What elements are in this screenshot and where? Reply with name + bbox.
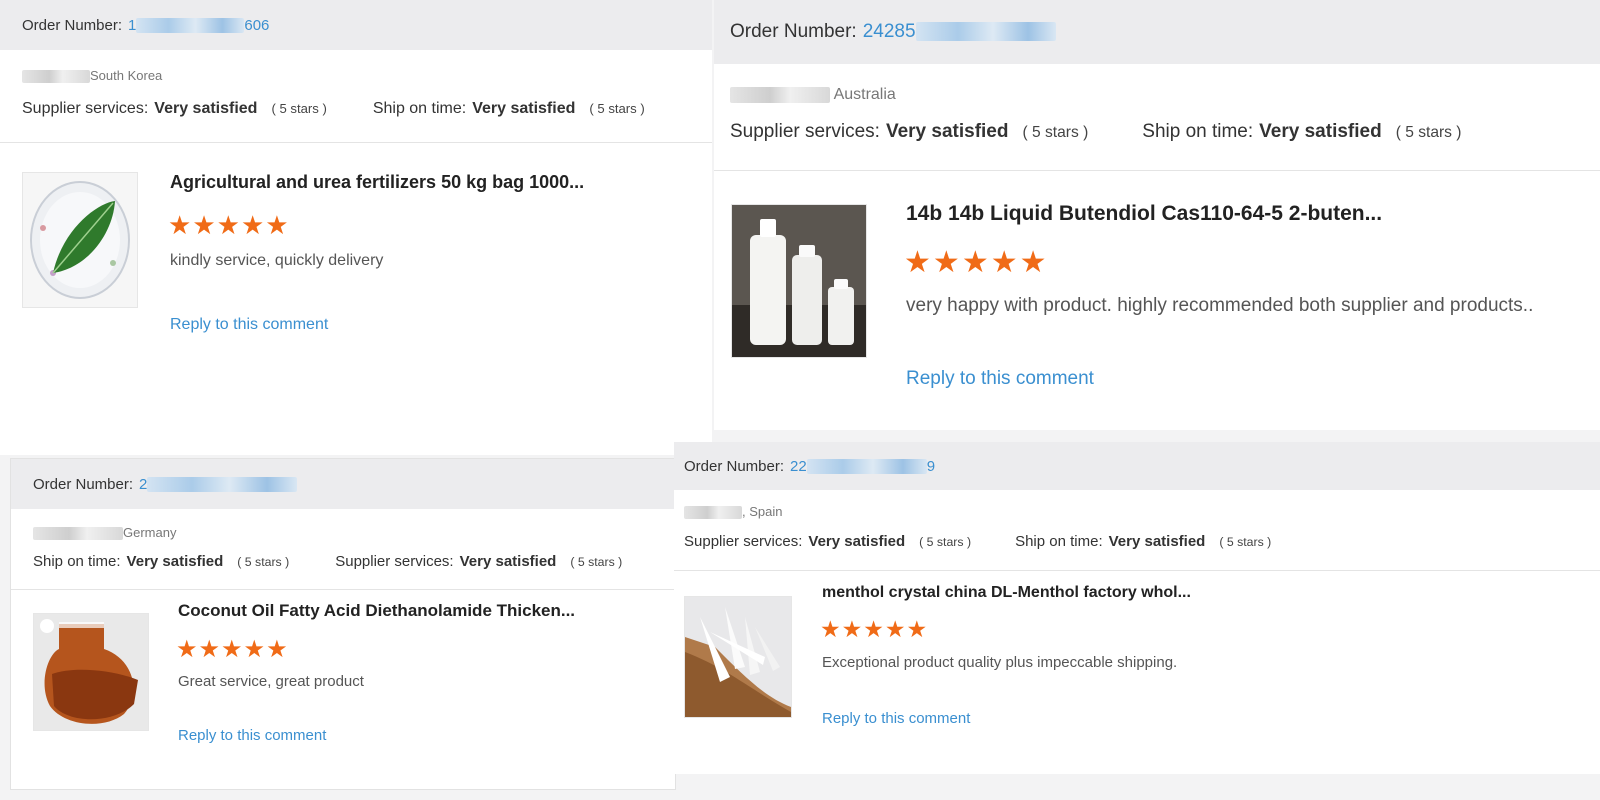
review-comment: Exceptional product quality plus impecca… (822, 654, 1178, 671)
buyer-location: South Korea (22, 68, 162, 84)
order-number-link[interactable]: 1 606 (128, 17, 269, 34)
star-icon: ★ (841, 616, 863, 642)
product-title[interactable]: menthol crystal china DL-Menthol factory… (822, 584, 1191, 602)
rating-ship-on-time: Ship on time: Very satisfied( 5 stars ) (1015, 533, 1272, 550)
star-rating: ★ ★ ★ ★ ★ (168, 210, 289, 241)
reply-link[interactable]: Reply to this comment (178, 727, 326, 744)
rating-ship-on-time: Ship on time: Very satisfied( 5 stars ) (1142, 121, 1462, 142)
product-thumbnail[interactable] (731, 204, 867, 358)
order-number-label: Order Number: (730, 21, 857, 42)
product-title[interactable]: Agricultural and urea fertilizers 50 kg … (170, 172, 584, 193)
star-icon: ★ (221, 636, 243, 663)
review-card-1: Order Number: 1 606 South Korea Supplier … (0, 0, 712, 455)
star-icon: ★ (906, 616, 928, 642)
product-thumbnail[interactable] (684, 596, 792, 718)
reply-link[interactable]: Reply to this comment (822, 710, 970, 727)
star-icon: ★ (884, 616, 906, 642)
review-comment: kindly service, quickly delivery (170, 252, 384, 269)
review-card-4: Order Number: 22 9 , Spain Supplier servi… (674, 442, 1600, 774)
divider (714, 170, 1600, 171)
star-icon: ★ (265, 210, 289, 240)
star-icon: ★ (243, 636, 266, 663)
star-icon: ★ (1019, 246, 1047, 279)
product-thumbnail[interactable] (22, 172, 138, 308)
star-icon: ★ (904, 246, 931, 279)
star-icon: ★ (990, 246, 1018, 279)
order-number-link[interactable]: 2 (139, 476, 298, 493)
rating-supplier-services: Supplier services: Very satisfied( 5 star… (22, 100, 327, 117)
rating-supplier-services: Supplier services: Very satisfied( 5 star… (684, 533, 972, 550)
star-icon: ★ (168, 210, 192, 240)
order-bar: Order Number: 24285 (714, 0, 1600, 64)
rating-summary: Supplier services: Very satisfied( 5 star… (22, 100, 645, 118)
star-rating: ★ ★ ★ ★ ★ (176, 635, 288, 664)
star-rating: ★ ★ ★ ★ ★ (904, 245, 1047, 280)
rating-ship-on-time: Ship on time: Very satisfied( 5 stars ) (33, 553, 290, 570)
review-card-3: Order Number: 2 Germany Ship on time: Ver… (10, 458, 676, 790)
order-bar: Order Number: 22 9 (674, 442, 1600, 490)
rating-ship-on-time: Ship on time: Very satisfied( 5 stars ) (372, 100, 645, 117)
product-title[interactable]: Coconut Oil Fatty Acid Diethanolamide Th… (178, 601, 575, 621)
rating-summary: Ship on time: Very satisfied( 5 stars ) S… (33, 553, 622, 570)
star-icon: ★ (176, 636, 198, 663)
order-bar: Order Number: 2 (11, 459, 675, 509)
buyer-location: , Spain (684, 504, 782, 520)
order-number-label: Order Number: (684, 457, 785, 475)
star-icon: ★ (932, 246, 960, 279)
star-icon: ★ (240, 210, 265, 240)
review-card-2: Order Number: 24285 Australia Supplier s… (714, 0, 1600, 430)
product-title[interactable]: 14b 14b Liquid Butendiol Cas110-64-5 2-b… (906, 202, 1382, 226)
buyer-location: Australia (730, 86, 896, 104)
review-comment: Great service, great product (178, 673, 364, 690)
divider (674, 570, 1600, 571)
order-number-label: Order Number: (22, 16, 123, 34)
star-icon: ★ (961, 246, 989, 279)
order-number-link[interactable]: 22 9 (790, 458, 935, 475)
rating-supplier-services: Supplier services: Very satisfied( 5 star… (335, 553, 623, 570)
review-comment: very happy with product. highly recommen… (906, 295, 1534, 316)
reply-link[interactable]: Reply to this comment (906, 368, 1094, 390)
rating-supplier-services: Supplier services: Very satisfied( 5 star… (730, 121, 1089, 142)
divider (0, 142, 712, 143)
star-icon: ★ (266, 636, 288, 663)
star-icon: ★ (192, 210, 216, 240)
star-icon: ★ (820, 616, 841, 642)
rating-summary: Supplier services: Very satisfied( 5 star… (730, 121, 1461, 143)
star-icon: ★ (863, 616, 884, 642)
order-number-label: Order Number: (33, 475, 134, 493)
divider (11, 589, 675, 590)
rating-summary: Supplier services: Very satisfied( 5 star… (684, 533, 1271, 550)
star-icon: ★ (198, 636, 221, 663)
buyer-location: Germany (33, 525, 176, 541)
product-thumbnail[interactable] (33, 613, 149, 731)
order-number-link[interactable]: 24285 (863, 21, 1056, 43)
order-bar: Order Number: 1 606 (0, 0, 712, 50)
star-rating: ★ ★ ★ ★ ★ (820, 616, 927, 643)
star-icon: ★ (216, 210, 240, 240)
reply-link[interactable]: Reply to this comment (170, 316, 328, 334)
